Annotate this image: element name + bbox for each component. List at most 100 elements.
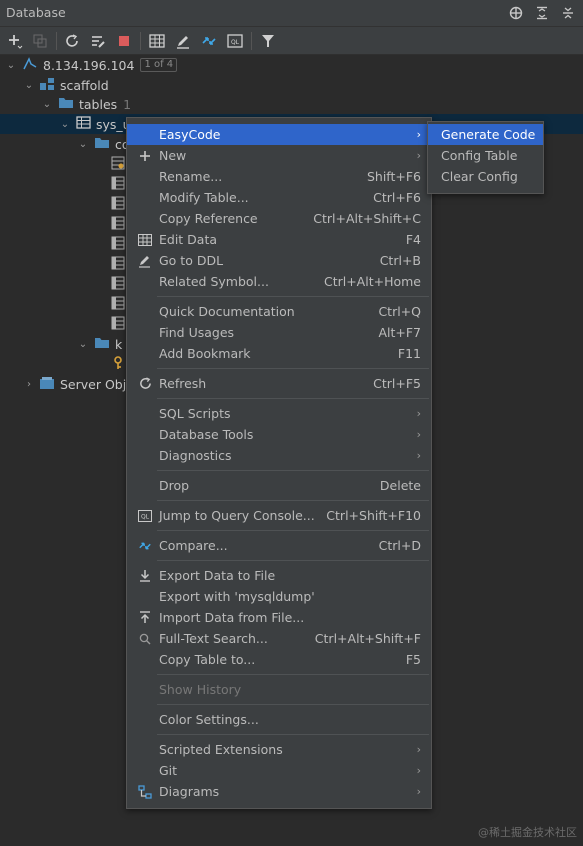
submenu-item-clear-config[interactable]: Clear Config: [428, 166, 543, 187]
shortcut: Ctrl+F6: [373, 190, 421, 205]
crosshair-icon[interactable]: [507, 4, 525, 22]
diagram-icon: [137, 784, 153, 800]
chevron-right-icon: ›: [416, 449, 421, 462]
compare-icon: [137, 538, 153, 554]
menu-separator: [157, 500, 429, 501]
menu-item-find-usages[interactable]: Find Usages Alt+F7: [127, 322, 431, 343]
menu-item-export-data[interactable]: Export Data to File: [127, 565, 431, 586]
shortcut: Ctrl+F5: [373, 376, 421, 391]
table-editor-icon[interactable]: [147, 31, 167, 51]
collapse-all-icon[interactable]: [559, 4, 577, 22]
refresh-icon[interactable]: [62, 31, 82, 51]
toolbar-separator: [251, 32, 252, 50]
chevron-right-icon: ›: [416, 428, 421, 441]
column-icon: [111, 196, 125, 213]
pencil-icon: [137, 253, 153, 269]
column-icon: [111, 276, 125, 293]
menu-item-color-settings[interactable]: Color Settings...: [127, 709, 431, 730]
menu-item-related-symbol[interactable]: Related Symbol... Ctrl+Alt+Home: [127, 271, 431, 292]
server-objects-label: Server Obj: [60, 376, 127, 392]
expand-all-icon[interactable]: [533, 4, 551, 22]
shortcut: Ctrl+Alt+Home: [323, 274, 421, 289]
menu-item-copy-table[interactable]: Copy Table to... F5: [127, 649, 431, 670]
menu-item-jump-to-query-console[interactable]: QL Jump to Query Console... Ctrl+Shift+F…: [127, 505, 431, 526]
chevron-right-icon: ›: [416, 785, 421, 798]
menu-item-diagnostics[interactable]: Diagnostics ›: [127, 445, 431, 466]
menu-separator: [157, 704, 429, 705]
shortcut: Alt+F7: [378, 325, 421, 340]
datasource-count-badge: 1 of 4: [140, 58, 178, 72]
search-icon: [137, 631, 153, 647]
context-menu: EasyCode › New › Rename... Shift+F6 Modi…: [126, 117, 432, 809]
tool-window-title: Database: [6, 5, 66, 20]
compare-icon[interactable]: [199, 31, 219, 51]
chevron-down-icon[interactable]: ⌄: [40, 99, 54, 110]
menu-item-full-text-search[interactable]: Full-Text Search... Ctrl+Alt+Shift+F: [127, 628, 431, 649]
properties-icon[interactable]: [88, 31, 108, 51]
chevron-down-icon[interactable]: ⌄: [22, 80, 36, 91]
column-icon: [111, 176, 125, 193]
menu-separator: [157, 674, 429, 675]
menu-separator: [157, 296, 429, 297]
menu-item-export-mysqldump[interactable]: Export with 'mysqldump': [127, 586, 431, 607]
mysql-datasource-icon: [22, 56, 38, 75]
menu-item-git[interactable]: Git ›: [127, 760, 431, 781]
menu-item-sql-scripts[interactable]: SQL Scripts ›: [127, 403, 431, 424]
duplicate-icon[interactable]: [30, 31, 50, 51]
primary-key-column-icon: [111, 156, 125, 173]
query-console-icon[interactable]: QL: [225, 31, 245, 51]
shortcut: Ctrl+Alt+Shift+F: [314, 631, 421, 646]
add-icon[interactable]: [5, 31, 25, 51]
menu-item-database-tools[interactable]: Database Tools ›: [127, 424, 431, 445]
menu-item-rename[interactable]: Rename... Shift+F6: [127, 166, 431, 187]
watermark: @稀土掘金技术社区: [478, 826, 577, 839]
plus-icon: [137, 148, 153, 164]
column-icon: [111, 316, 125, 333]
menu-item-import-data[interactable]: Import Data from File...: [127, 607, 431, 628]
tree-node-schema[interactable]: ⌄ scaffold: [0, 75, 583, 95]
tool-window-header: Database: [0, 0, 583, 27]
folder-icon: [58, 96, 74, 112]
submenu-item-config-table[interactable]: Config Table: [428, 145, 543, 166]
menu-item-new[interactable]: New ›: [127, 145, 431, 166]
chevron-right-icon: ›: [416, 407, 421, 420]
chevron-down-icon[interactable]: ⌄: [4, 60, 18, 71]
chevron-down-icon[interactable]: ⌄: [58, 119, 72, 130]
menu-item-edit-data[interactable]: Edit Data F4: [127, 229, 431, 250]
menu-item-copy-reference[interactable]: Copy Reference Ctrl+Alt+Shift+C: [127, 208, 431, 229]
datasource-label: 8.134.196.104: [43, 57, 135, 73]
column-icon: [111, 296, 125, 313]
menu-item-compare[interactable]: Compare... Ctrl+D: [127, 535, 431, 556]
chevron-right-icon: ›: [416, 149, 421, 162]
menu-item-modify-table[interactable]: Modify Table... Ctrl+F6: [127, 187, 431, 208]
menu-item-refresh[interactable]: Refresh Ctrl+F5: [127, 373, 431, 394]
chevron-right-icon[interactable]: ›: [22, 379, 36, 390]
stop-icon[interactable]: [114, 31, 134, 51]
shortcut: Ctrl+Alt+Shift+C: [313, 211, 421, 226]
menu-item-diagrams[interactable]: Diagrams ›: [127, 781, 431, 802]
chevron-right-icon: ›: [416, 764, 421, 777]
menu-item-scripted-extensions[interactable]: Scripted Extensions ›: [127, 739, 431, 760]
menu-item-go-to-ddl[interactable]: Go to DDL Ctrl+B: [127, 250, 431, 271]
chevron-right-icon: ›: [416, 743, 421, 756]
edit-icon[interactable]: [173, 31, 193, 51]
table-icon: [137, 232, 153, 248]
menu-item-add-bookmark[interactable]: Add Bookmark F11: [127, 343, 431, 364]
shortcut: Ctrl+B: [379, 253, 421, 268]
menu-item-quick-documentation[interactable]: Quick Documentation Ctrl+Q: [127, 301, 431, 322]
tree-node-tables[interactable]: ⌄ tables 1: [0, 94, 583, 114]
shortcut: Shift+F6: [366, 169, 421, 184]
menu-separator: [157, 560, 429, 561]
menu-separator: [157, 368, 429, 369]
menu-item-show-history: Show History: [159, 682, 242, 697]
tree-node-datasource[interactable]: ⌄ 8.134.196.104 1 of 4: [0, 55, 583, 75]
menu-separator: [157, 530, 429, 531]
submenu-item-generate-code[interactable]: Generate Code: [428, 124, 543, 145]
chevron-down-icon[interactable]: ⌄: [76, 339, 90, 350]
menu-separator: [157, 398, 429, 399]
folder-icon: [94, 136, 110, 152]
filter-icon[interactable]: [258, 31, 278, 51]
chevron-down-icon[interactable]: ⌄: [76, 139, 90, 150]
menu-item-easycode[interactable]: EasyCode ›: [127, 124, 431, 145]
menu-item-drop[interactable]: Drop Delete: [127, 475, 431, 496]
